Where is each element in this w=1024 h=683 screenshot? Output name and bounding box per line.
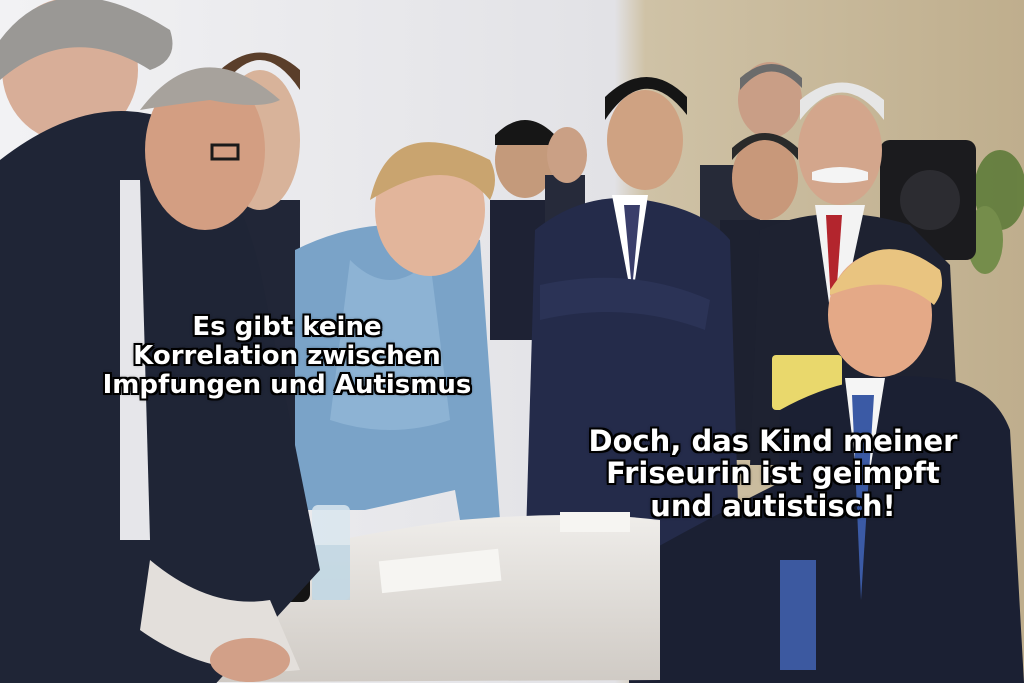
caption-left: Es gibt keine Korrelation zwischen Impfu… (62, 312, 512, 401)
caption-left-line: Korrelation zwischen (133, 341, 441, 372)
caption-left-line: Impfungen und Autismus (102, 370, 472, 401)
caption-right-line: Doch, das Kind meiner (588, 424, 958, 458)
caption-right-line: und autistisch! (650, 488, 896, 523)
caption-right-line: Friseurin ist geimpft (606, 456, 940, 491)
caption-left-line: Es gibt keine (192, 312, 382, 342)
caption-right: Doch, das Kind meiner Friseurin ist geim… (548, 424, 998, 523)
meme-image: Es gibt keine Korrelation zwischen Impfu… (0, 0, 1024, 683)
